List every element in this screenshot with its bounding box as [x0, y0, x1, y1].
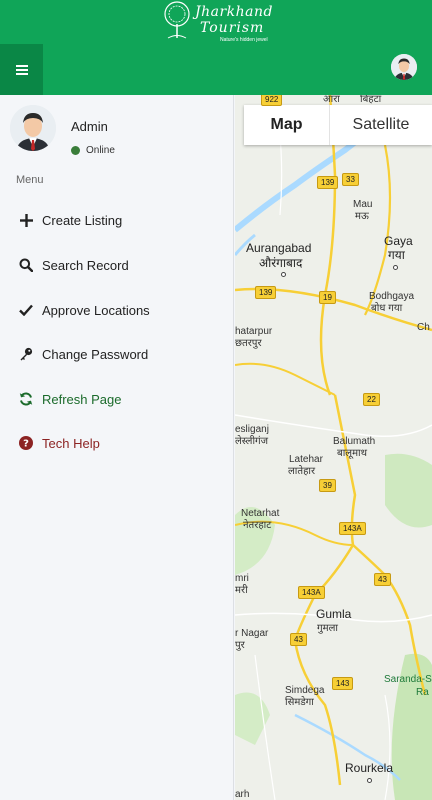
highway-shield: 39: [319, 479, 336, 492]
highway-shield: 33: [342, 173, 359, 186]
user-avatar-icon: [10, 105, 56, 151]
map-label: लातेहार: [288, 466, 316, 477]
map-label: गया: [388, 248, 405, 262]
avatar: [10, 105, 56, 151]
tab-satellite[interactable]: Satellite: [330, 105, 432, 145]
sidebar-item-label: Search Record: [42, 257, 129, 273]
highway-shield: 19: [319, 291, 336, 304]
logo-text-tourism: Tourism: [200, 20, 265, 36]
map-label: Rourkela: [345, 761, 394, 775]
menu-header: Menu: [16, 174, 44, 186]
tree-logo-icon: [164, 1, 190, 39]
plus-icon: [18, 212, 34, 228]
user-status: Online: [71, 145, 115, 156]
map-background: [235, 95, 432, 800]
sidebar-item-tech-help[interactable]: ? Tech Help: [0, 423, 233, 463]
sidebar-item-label: Refresh Page: [42, 391, 122, 407]
search-icon: [18, 257, 34, 273]
map-label: Bodhgaya: [369, 291, 415, 302]
question-icon: ?: [18, 435, 34, 451]
sidebar-item-label: Approve Locations: [42, 302, 150, 318]
jharkhand-tourism-logo: Jharkhand Tourism Nature's hidden jewel: [160, 0, 273, 46]
map-label: Latehar: [289, 454, 323, 465]
map-view[interactable]: Map Satellite आरा बिहटा Aurangabad औरंगा…: [235, 95, 432, 800]
map-label: hatarpur: [235, 326, 273, 337]
user-avatar-icon: [391, 54, 417, 80]
user-status-label: Online: [86, 145, 115, 156]
check-icon: [18, 302, 34, 318]
sidebar-item-change-password[interactable]: Change Password: [0, 334, 233, 374]
highway-shield: 143A: [339, 522, 366, 535]
map-type-tabs: Map Satellite: [244, 105, 432, 145]
highway-shield: 143A: [298, 586, 325, 599]
map-label: मरी: [235, 585, 248, 596]
highway-shield: 43: [374, 573, 391, 586]
map-label: esliganj: [235, 424, 269, 435]
map-label: बिहटा: [360, 95, 382, 105]
tab-map[interactable]: Map: [244, 105, 330, 145]
highway-shield: 139: [255, 286, 277, 299]
map-label: Saranda-S: [384, 674, 432, 685]
refresh-icon: [18, 391, 34, 407]
logo-text-jharkhand: Jharkhand: [195, 4, 273, 20]
highway-shield: 922: [261, 95, 283, 106]
map-label: Ch: [417, 322, 430, 333]
map-label: r Nagar: [235, 628, 269, 639]
map-label: Netarhat: [241, 508, 280, 519]
sidebar: Admin Online Menu Create Listing Search …: [0, 95, 234, 800]
map-label: Gumla: [316, 607, 352, 621]
map-label: arh: [235, 789, 250, 800]
sidebar-item-label: Tech Help: [42, 435, 100, 451]
map-label: लेस्लीगंज: [235, 436, 269, 447]
city-pin-icon: [393, 265, 398, 270]
map-label: बोध गया: [371, 303, 403, 314]
map-label: Ra: [416, 687, 429, 698]
header-avatar[interactable]: [391, 54, 417, 80]
hamburger-icon: [15, 64, 28, 75]
map-label: बालूमाथ: [337, 448, 368, 459]
map-label: छतरपुर: [235, 338, 262, 349]
map-label: नेतरहाट: [243, 520, 272, 531]
map-label: mri: [235, 573, 249, 584]
logo-tagline: Nature's hidden jewel: [220, 37, 268, 43]
highway-shield: 43: [290, 633, 307, 646]
highway-shield: 22: [363, 393, 380, 406]
sidebar-toggle-button[interactable]: [0, 44, 43, 95]
map-label: Balumath: [333, 436, 376, 447]
map-label: आरा: [323, 95, 340, 105]
city-pin-icon: [281, 272, 286, 277]
user-name: Admin: [71, 119, 108, 134]
online-status-dot-icon: [71, 146, 80, 155]
map-label: सिमडेगा: [285, 697, 314, 708]
map-label: Simdega: [285, 685, 325, 696]
sidebar-item-search-record[interactable]: Search Record: [0, 245, 233, 285]
svg-text:?: ?: [23, 439, 29, 450]
sidebar-item-label: Change Password: [42, 346, 149, 362]
map-label: पुर: [235, 640, 245, 651]
map-label: Mau: [353, 199, 373, 210]
map-label: Gaya: [384, 234, 413, 248]
app-header: Jharkhand Tourism Nature's hidden jewel: [0, 0, 432, 95]
highway-shield: 139: [317, 176, 339, 189]
map-label: गुमला: [317, 623, 338, 634]
sidebar-item-approve-locations[interactable]: Approve Locations: [0, 290, 233, 330]
map-label: मऊ: [355, 211, 369, 222]
key-icon: [18, 346, 34, 362]
sidebar-item-create-listing[interactable]: Create Listing: [0, 200, 233, 240]
map-label: Aurangabad: [246, 241, 312, 255]
sidebar-item-refresh-page[interactable]: Refresh Page: [0, 379, 233, 419]
sidebar-item-label: Create Listing: [42, 212, 123, 228]
map-label: औरंगाबाद: [259, 256, 303, 270]
city-pin-icon: [367, 778, 372, 783]
highway-shield: 143: [332, 677, 354, 690]
